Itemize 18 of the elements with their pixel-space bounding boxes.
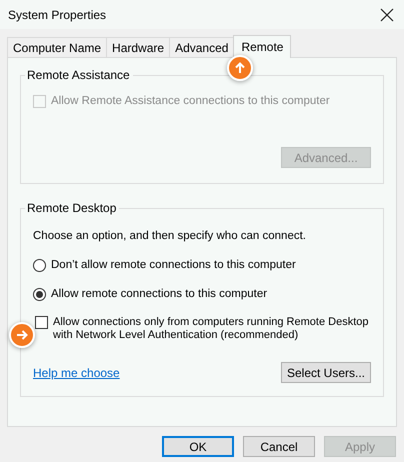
group-title: Remote Assistance: [26, 68, 131, 82]
checkbox[interactable]: [35, 316, 48, 329]
radio-label: Don’t allow remote connections to this computer: [51, 259, 296, 271]
instruction-text: Choose an option, and then specify who can connect.: [33, 230, 307, 242]
radio-label: Allow remote connections to this computer: [51, 288, 268, 300]
tab[interactable]: Remote: [233, 35, 292, 58]
group-title: Remote Desktop: [26, 201, 118, 215]
select-users-button[interactable]: Select Users...: [281, 362, 371, 383]
window-title: System Properties: [8, 8, 106, 22]
close-icon[interactable]: [380, 8, 394, 22]
dialog-button[interactable]: Cancel: [243, 436, 315, 457]
checkbox-label: Allow connections only from computers running Remote Desktop with Network Level Authentication (recommended): [53, 316, 370, 342]
help-link[interactable]: Help me choose: [33, 366, 120, 380]
radio-button[interactable]: [33, 259, 46, 272]
radio-button[interactable]: [33, 288, 46, 301]
tab[interactable]: Computer Name: [7, 37, 108, 57]
checkbox-label: Allow Remote Assistance connections to this computer: [51, 95, 330, 107]
dialog-button[interactable]: OK: [162, 436, 234, 457]
